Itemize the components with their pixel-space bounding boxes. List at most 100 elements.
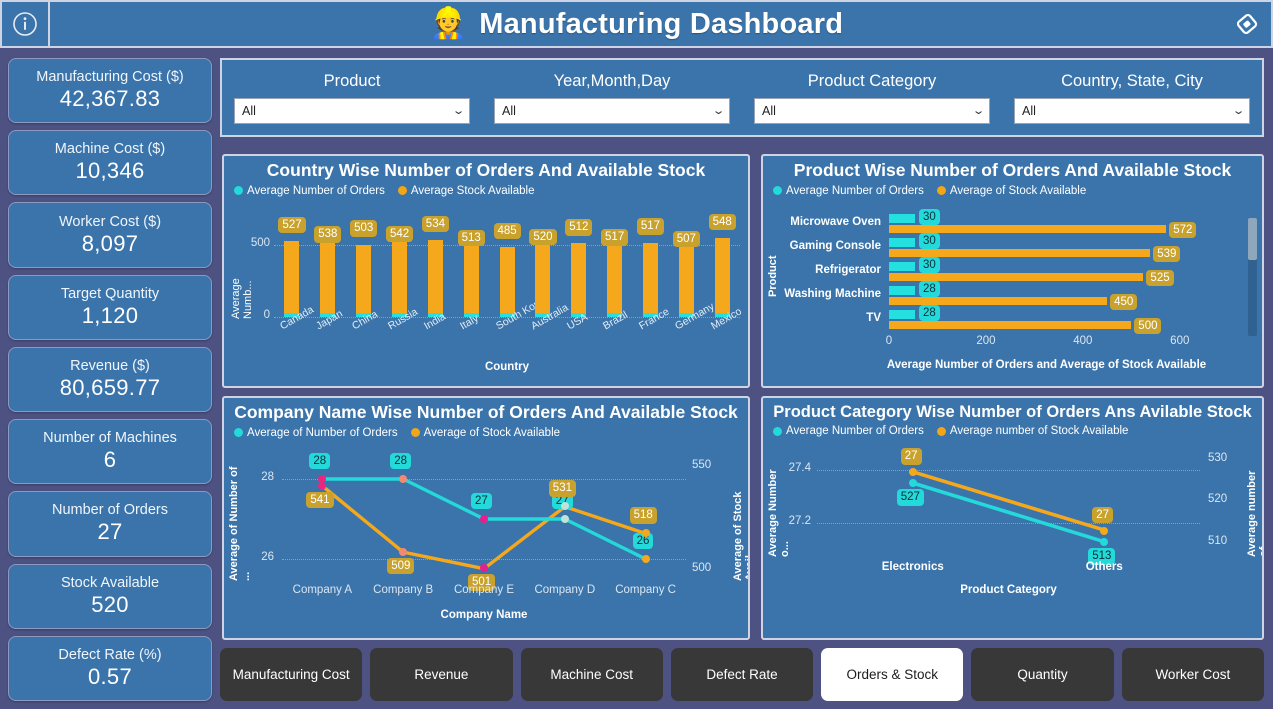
category-chart-panel[interactable]: Product Category Wise Number of Orders A… [761, 396, 1264, 640]
legend-label: Average Number of Orders [786, 425, 924, 438]
company-plot-area: 26 28 500 550 28 28 27 27 26 541 509 501 531 518 Compa… [224, 439, 748, 625]
kpi-value: 0.57 [87, 663, 133, 689]
data-label: 548 [708, 214, 736, 231]
bar-stock[interactable] [571, 243, 587, 317]
bar-stock[interactable] [535, 242, 551, 317]
y-axis-title: Product [767, 254, 779, 297]
data-label-orders: 28 [919, 304, 940, 321]
data-point-orders[interactable] [641, 554, 650, 563]
bar-stock[interactable] [889, 320, 1132, 329]
data-label-stock: 509 [387, 557, 415, 575]
legend-item-stock[interactable]: Average Stock Available [397, 185, 534, 197]
kpi-card-stock-available[interactable]: Stock Available 520 [8, 563, 212, 629]
legend-item-orders[interactable]: Average of Number of Orders [234, 427, 398, 439]
data-point-stock[interactable] [1100, 526, 1109, 535]
legend-label: Average of Stock Available [423, 426, 561, 439]
tab-defect-rate[interactable]: Defect Rate [670, 648, 814, 701]
data-point-stock[interactable] [399, 547, 408, 556]
kpi-card-manufacturing-cost[interactable]: Manufacturing Cost ($) 42,367.83 [8, 58, 212, 124]
legend-label: Average Number of Orders [247, 184, 385, 197]
data-label: 507 [672, 230, 700, 248]
kpi-label: Worker Cost ($) [58, 213, 162, 230]
legend-item-orders[interactable]: Average Number of Orders [773, 425, 924, 437]
legend-label: Average of Stock Available [949, 184, 1087, 197]
filter-location: Country, State, City All ⌄ [1002, 60, 1262, 135]
country-chart-panel[interactable]: Country Wise Number of Orders And Availa… [222, 154, 750, 388]
filter-value: All [762, 103, 776, 118]
kpi-label: Machine Cost ($) [54, 141, 166, 158]
data-point-orders[interactable] [480, 514, 488, 523]
product-chart-panel[interactable]: Product Wise Number of Orders And Availa… [761, 154, 1264, 388]
tab-manufacturing-cost[interactable]: Manufacturing Cost [220, 648, 363, 701]
bar-stock[interactable] [889, 296, 1108, 305]
data-point-stock[interactable] [908, 468, 917, 477]
info-circle-icon[interactable] [2, 2, 50, 46]
kpi-card-number-of-machines[interactable]: Number of Machines 6 [8, 419, 212, 485]
bar-orders[interactable] [889, 213, 915, 223]
legend-swatch-icon [397, 186, 407, 196]
bar-stock[interactable] [642, 242, 658, 317]
bar-stock[interactable] [889, 272, 1144, 281]
tab-orders-and-stock[interactable]: Orders & Stock [821, 648, 964, 701]
eraser-icon[interactable] [1223, 2, 1271, 46]
filter-location-select[interactable]: All ⌄ [1014, 97, 1250, 124]
kpi-card-revenue[interactable]: Revenue ($) 80,659.77 [8, 346, 212, 413]
legend-item-stock[interactable]: Average of Stock Available [410, 426, 561, 439]
data-point-orders[interactable] [560, 514, 569, 523]
chart-legend: Average of Number of Orders Average of S… [224, 423, 748, 439]
tab-revenue[interactable]: Revenue [370, 648, 513, 701]
bar-stock[interactable] [463, 243, 479, 317]
app-header: 👷 Manufacturing Dashboard [0, 0, 1273, 48]
legend-item-stock[interactable]: Average of Stock Available [936, 184, 1087, 197]
chevron-down-icon: ⌄ [971, 105, 986, 117]
x-axis-tick: India [421, 310, 448, 332]
scrollbar-thumb[interactable] [1248, 218, 1257, 260]
kpi-card-machine-cost[interactable]: Machine Cost ($) 10,346 [8, 130, 212, 196]
data-label: 520 [529, 229, 557, 246]
data-label-orders: 28 [309, 452, 331, 469]
tab-worker-cost[interactable]: Worker Cost [1121, 648, 1264, 701]
legend-item-orders[interactable]: Average Number of Orders [773, 185, 924, 197]
legend-item-orders[interactable]: Average Number of Orders [234, 185, 385, 197]
bar-orders[interactable] [889, 237, 915, 247]
category-label: Microwave Oven [790, 215, 881, 228]
kpi-card-number-of-orders[interactable]: Number of Orders 27 [8, 491, 212, 557]
bar-stock[interactable] [356, 244, 372, 317]
company-chart-panel[interactable]: Company Name Wise Number of Orders And A… [222, 396, 750, 640]
bar-orders[interactable] [889, 285, 915, 295]
filter-label: Country, State, City [1061, 71, 1203, 90]
product-chart-scrollbar[interactable] [1248, 218, 1257, 336]
data-point-stock[interactable] [641, 529, 650, 538]
bar-stock[interactable] [607, 242, 623, 317]
legend-swatch-icon [936, 186, 946, 196]
data-label-stock: 539 [1153, 245, 1181, 262]
bar-orders[interactable] [889, 261, 915, 271]
bar-stock[interactable] [499, 247, 515, 317]
bar-stock[interactable] [889, 224, 1167, 233]
filter-value: All [242, 103, 256, 118]
bar-stock[interactable] [391, 238, 407, 317]
bar-stock[interactable] [284, 241, 300, 317]
bar-stock[interactable] [427, 240, 443, 317]
filter-date-select[interactable]: All ⌄ [494, 97, 730, 124]
x-axis-title: Company Name [440, 608, 528, 621]
bar-stock[interactable] [320, 239, 336, 317]
legend-item-stock[interactable]: Average number of Stock Available [936, 425, 1128, 437]
tab-machine-cost[interactable]: Machine Cost [520, 648, 663, 701]
kpi-label: Revenue ($) [70, 357, 150, 374]
tab-quantity[interactable]: Quantity [971, 648, 1114, 701]
kpi-card-worker-cost[interactable]: Worker Cost ($) 8,097 [8, 202, 212, 268]
data-label: 542 [385, 225, 414, 243]
bar-stock[interactable] [678, 243, 694, 317]
bar-stock[interactable] [714, 238, 730, 317]
bar-stock[interactable] [889, 248, 1151, 257]
data-point-stock[interactable] [318, 481, 327, 490]
kpi-card-target-quantity[interactable]: Target Quantity 1,120 [8, 274, 212, 340]
kpi-card-defect-rate[interactable]: Defect Rate (%) 0.57 [8, 635, 212, 701]
chevron-down-icon: ⌄ [451, 105, 466, 117]
filter-product-select[interactable]: All ⌄ [234, 97, 470, 124]
bar-orders[interactable] [889, 309, 915, 319]
filter-product-category-select[interactable]: All ⌄ [754, 97, 990, 124]
x-axis-tick: Company D [534, 583, 596, 596]
data-point-orders[interactable] [399, 474, 408, 483]
